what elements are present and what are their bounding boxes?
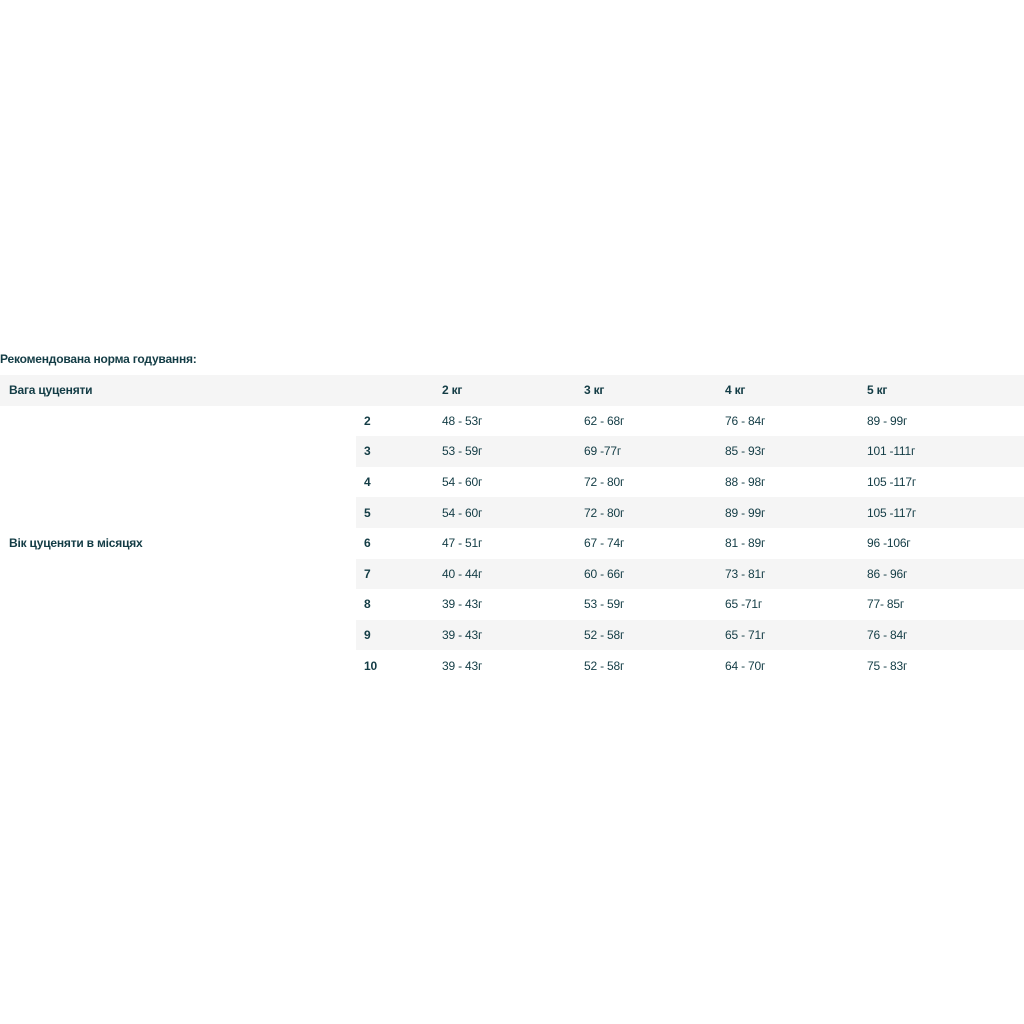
portion-cell: 54 - 60г <box>442 497 584 528</box>
feeding-caption: Рекомендована норма годування: <box>0 352 197 366</box>
age-cell: 2 <box>356 405 442 437</box>
portion-cell: 39 - 43г <box>442 650 584 681</box>
table-header-row: Вага цуценяти 2 кг 3 кг 4 кг 5 кг <box>0 375 1024 406</box>
weight-header: 2 кг <box>442 375 584 406</box>
header-spacer <box>356 375 442 406</box>
portion-cell: 67 - 74г <box>584 527 725 559</box>
portion-cell: 76 - 84г <box>725 405 867 437</box>
portion-cell: 47 - 51г <box>442 527 584 559</box>
portion-cell: 105 -117г <box>867 466 1024 498</box>
portion-cell: 89 - 99г <box>867 405 1024 437</box>
portion-cell: 52 - 58г <box>584 619 725 651</box>
portion-cell: 72 - 80г <box>584 466 725 498</box>
portion-cell: 88 - 98г <box>725 466 867 498</box>
portion-cell: 85 - 93г <box>725 436 867 467</box>
portion-cell: 60 - 66г <box>584 558 725 590</box>
portion-cell: 81 - 89г <box>725 527 867 559</box>
table-row: Вік цуценяти в місяцях 2 48 - 53г 62 - 6… <box>0 405 1024 681</box>
age-cell: 7 <box>356 558 442 590</box>
portion-cell: 96 -106г <box>867 527 1024 559</box>
portion-cell: 54 - 60г <box>442 466 584 498</box>
weight-label: Вага цуценяти <box>0 375 356 406</box>
portion-cell: 52 - 58г <box>584 650 725 681</box>
age-label: Вік цуценяти в місяцях <box>0 405 356 681</box>
portion-cell: 65 -71г <box>725 589 867 620</box>
weight-header: 3 кг <box>584 375 725 406</box>
portion-cell: 86 - 96г <box>867 558 1024 590</box>
portion-cell: 73 - 81г <box>725 558 867 590</box>
portion-cell: 76 - 84г <box>867 619 1024 651</box>
portion-cell: 65 - 71г <box>725 619 867 651</box>
age-cell: 5 <box>356 497 442 528</box>
portion-cell: 62 - 68г <box>584 405 725 437</box>
portion-cell: 39 - 43г <box>442 589 584 620</box>
portion-cell: 105 -117г <box>867 497 1024 528</box>
weight-header: 4 кг <box>725 375 867 406</box>
age-cell: 10 <box>356 650 442 681</box>
age-cell: 4 <box>356 466 442 498</box>
portion-cell: 39 - 43г <box>442 619 584 651</box>
portion-cell: 48 - 53г <box>442 405 584 437</box>
portion-cell: 40 - 44г <box>442 558 584 590</box>
portion-cell: 53 - 59г <box>584 589 725 620</box>
weight-header: 5 кг <box>867 375 1024 406</box>
age-cell: 9 <box>356 619 442 651</box>
age-cell: 6 <box>356 527 442 559</box>
portion-cell: 75 - 83г <box>867 650 1024 681</box>
feeding-table: Вага цуценяти 2 кг 3 кг 4 кг 5 кг Вік цу… <box>0 375 1024 681</box>
portion-cell: 53 - 59г <box>442 436 584 467</box>
age-cell: 8 <box>356 589 442 620</box>
age-cell: 3 <box>356 436 442 467</box>
portion-cell: 72 - 80г <box>584 497 725 528</box>
portion-cell: 64 - 70г <box>725 650 867 681</box>
portion-cell: 89 - 99г <box>725 497 867 528</box>
portion-cell: 69 -77г <box>584 436 725 467</box>
portion-cell: 101 -111г <box>867 436 1024 467</box>
portion-cell: 77- 85г <box>867 589 1024 620</box>
